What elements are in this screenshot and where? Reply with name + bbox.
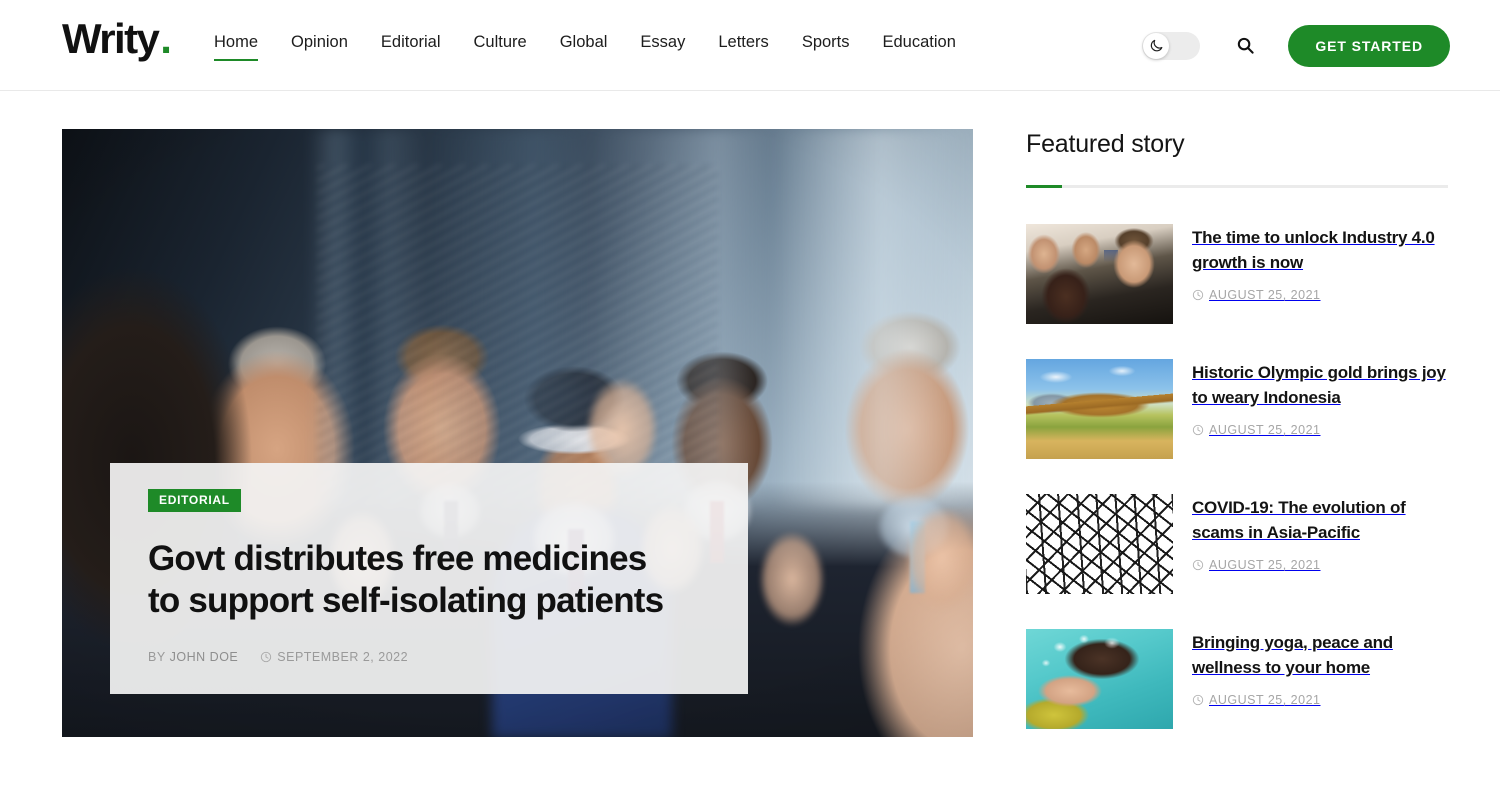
page-content: EDITORIAL Govt distributes free medicine… [0,91,1500,789]
story-date-text: AUGUST 25, 2021 [1209,288,1321,303]
story-date: AUGUST 25, 2021 [1192,288,1448,302]
hero-article[interactable]: EDITORIAL Govt distributes free medicine… [62,129,973,737]
list-item[interactable]: The time to unlock Industry 4.0 growth i… [1026,224,1448,324]
hero-headline-line-2: to support self-isolating patients [148,581,664,621]
story-date: AUGUST 25, 2021 [1192,693,1448,707]
nav-item-sports[interactable]: Sports [802,31,866,53]
story-thumbnail [1026,224,1173,324]
hero-caption-box: EDITORIAL Govt distributes free medicine… [110,463,748,695]
category-badge[interactable]: EDITORIAL [148,489,241,513]
story-body: The time to unlock Industry 4.0 growth i… [1192,224,1448,324]
search-button[interactable] [1230,31,1260,61]
story-date: AUGUST 25, 2021 [1192,558,1448,572]
nav-item-home[interactable]: Home [214,31,274,61]
story-thumbnail-image [1026,359,1173,459]
story-body: Historic Olympic gold brings joy to wear… [1192,359,1448,459]
site-header: Writy . Home Opinion Editorial Culture G… [0,0,1500,91]
brand-dot: . [160,15,172,62]
hero-meta: BY JOHN DOE SEPTEMBER 2, 2022 [148,650,710,664]
nav-item-education[interactable]: Education [883,31,956,53]
featured-story-sidebar: Featured story The time to unlock Indust… [1026,129,1448,729]
toggle-knob [1143,32,1170,59]
moon-icon [1150,39,1163,52]
story-date-text: AUGUST 25, 2021 [1209,693,1321,708]
hero-headline[interactable]: Govt distributes free medicines to suppo… [148,538,710,622]
clock-icon [1192,290,1204,301]
nav-item-essay[interactable]: Essay [640,31,701,53]
clock-icon [1192,560,1204,571]
story-date-text: AUGUST 25, 2021 [1209,423,1321,438]
story-thumbnail [1026,494,1173,594]
story-thumbnail-image [1026,224,1173,324]
search-icon [1237,37,1254,54]
site-logo[interactable]: Writy . [62,18,172,60]
main-navigation: Home Opinion Editorial Culture Global Es… [214,31,956,61]
story-thumbnail-image [1026,629,1173,729]
hero-author[interactable]: JOHN DOE [170,650,239,664]
clock-icon [1192,695,1204,706]
dark-mode-toggle[interactable] [1142,31,1201,60]
sidebar-title: Featured story [1026,130,1185,158]
story-date: AUGUST 25, 2021 [1192,423,1448,437]
clock-icon [261,652,272,663]
nav-item-culture[interactable]: Culture [474,31,543,53]
list-item[interactable]: COVID-19: The evolution of scams in Asia… [1026,494,1448,594]
story-title[interactable]: COVID-19: The evolution of scams in Asia… [1192,496,1448,545]
nav-item-editorial[interactable]: Editorial [381,31,457,53]
story-thumbnail [1026,359,1173,459]
story-title[interactable]: Historic Olympic gold brings joy to wear… [1192,361,1448,410]
clock-icon [1192,425,1204,436]
get-started-button[interactable]: GET STARTED [1288,24,1450,67]
story-body: COVID-19: The evolution of scams in Asia… [1192,494,1448,594]
story-body: Bringing yoga, peace and wellness to you… [1192,629,1448,729]
hero-headline-line-1: Govt distributes free medicines [148,539,647,579]
featured-story-list: The time to unlock Industry 4.0 growth i… [1026,224,1448,729]
list-item[interactable]: Historic Olympic gold brings joy to wear… [1026,359,1448,459]
list-item[interactable]: Bringing yoga, peace and wellness to you… [1026,629,1448,729]
story-title[interactable]: The time to unlock Industry 4.0 growth i… [1192,226,1448,275]
sidebar-divider [1026,185,1448,188]
header-tools: GET STARTED [1142,0,1450,91]
story-thumbnail-image [1026,494,1173,594]
hero-date: SEPTEMBER 2, 2022 [260,650,408,664]
brand-name: Writy [62,15,160,62]
nav-item-global[interactable]: Global [560,31,624,53]
hero-date-text: SEPTEMBER 2, 2022 [277,650,409,665]
story-date-text: AUGUST 25, 2021 [1209,558,1321,573]
nav-item-letters[interactable]: Letters [718,31,784,53]
byline-prefix: BY [148,650,166,665]
nav-item-opinion[interactable]: Opinion [291,31,364,53]
story-title[interactable]: Bringing yoga, peace and wellness to you… [1192,631,1448,680]
story-thumbnail [1026,629,1173,729]
